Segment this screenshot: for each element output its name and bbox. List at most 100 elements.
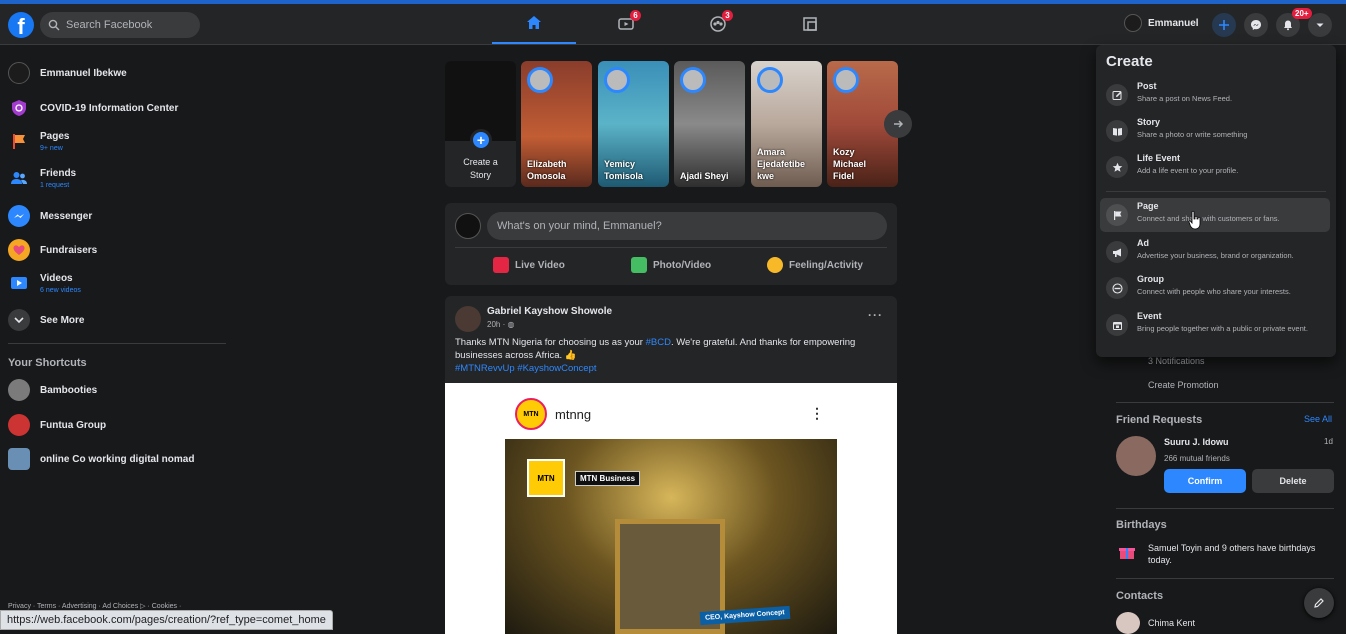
avatar[interactable] [455, 306, 481, 332]
sidebar-item-friends[interactable]: Friends 1 request [8, 167, 228, 189]
story-name: Amara [757, 147, 786, 157]
story-avatar [680, 67, 706, 93]
delete-button[interactable]: Delete [1252, 469, 1334, 493]
messenger-button[interactable] [1244, 13, 1268, 37]
story-card[interactable]: Amara Ejedafetibe kwe [751, 61, 822, 187]
composer-divider [455, 247, 887, 248]
sidebar-see-more[interactable]: See More [8, 309, 228, 331]
shortcut-label: Funtua Group [40, 419, 107, 431]
hand-cursor-icon [1188, 210, 1201, 230]
create-life-event-item[interactable]: Life Event Add a life event to your prof… [1100, 150, 1330, 184]
right-divider [1116, 578, 1334, 579]
sidebar-item-label: Fundraisers [40, 244, 98, 256]
menu-item-label: Ad [1137, 238, 1149, 248]
edit-icon [1314, 598, 1324, 608]
create-story-card[interactable]: + Create a Story [445, 61, 516, 187]
mtn-box-logo: MTN [527, 459, 565, 497]
sidebar-item-messenger[interactable]: Messenger [8, 205, 228, 227]
create-story-item[interactable]: Story Share a photo or write something [1100, 114, 1330, 148]
create-button[interactable] [1212, 13, 1236, 37]
story-card[interactable]: Elizabeth Omosola [521, 61, 592, 187]
birthday-text[interactable]: Samuel Toyin and 9 others have birthdays… [1148, 542, 1338, 566]
right-divider [1116, 508, 1334, 509]
facebook-logo-icon[interactable]: f [8, 12, 34, 38]
feeling-activity-button[interactable]: Feeling/Activity [767, 257, 863, 273]
story-card[interactable]: Ajadi Sheyi [674, 61, 745, 187]
sidebar-item-label: Friends [40, 167, 77, 179]
post-text-part: Thanks MTN Nigeria for choosing us as yo… [455, 337, 646, 348]
menu-item-label: Page [1137, 201, 1159, 211]
profile-chip[interactable]: Emmanuel [1124, 14, 1199, 32]
tab-watch[interactable]: 6 [584, 4, 668, 44]
whats-on-your-mind-input[interactable] [487, 212, 887, 240]
group-icon [1106, 277, 1128, 299]
bell-icon [1284, 20, 1292, 31]
new-message-button[interactable] [1304, 588, 1334, 618]
smiley-icon [767, 257, 783, 273]
search-box[interactable] [40, 12, 200, 38]
covid-shield-icon [8, 97, 30, 119]
shortcut-item[interactable]: Bambooties [8, 379, 228, 401]
notifications-button[interactable]: 20+ [1276, 8, 1312, 37]
account-menu-button[interactable] [1308, 13, 1332, 37]
notifications-count[interactable]: 3 Notifications [1148, 356, 1205, 366]
create-menu: Create Post Share a post on News Feed. S… [1096, 45, 1336, 357]
shortcut-label: online Co working digital nomad [40, 453, 195, 465]
create-page-item[interactable]: Page Connect and share with customers or… [1100, 198, 1330, 232]
menu-item-label: Life Event [1137, 153, 1181, 163]
photo-icon [631, 257, 647, 273]
post-author[interactable]: Gabriel Kayshow Showole [487, 306, 612, 317]
tab-gaming[interactable] [768, 4, 852, 44]
photo-video-button[interactable]: Photo/Video [631, 257, 711, 273]
menu-item-label: Group [1137, 274, 1164, 284]
create-menu-title: Create [1106, 53, 1153, 70]
status-bar-url: https://web.facebook.com/pages/creation/… [0, 610, 333, 630]
see-all-link[interactable]: See All [1304, 414, 1332, 424]
footer-links[interactable]: Privacy · Terms · Advertising · Ad Choic… [8, 602, 181, 610]
search-input[interactable] [66, 19, 196, 31]
live-video-button[interactable]: Live Video [493, 257, 565, 273]
stories-next-button[interactable] [884, 110, 912, 138]
sidebar-item-fundraisers[interactable]: Fundraisers [8, 239, 228, 261]
confirm-button[interactable]: Confirm [1164, 469, 1246, 493]
calendar-icon [1106, 314, 1128, 336]
sidebar-item-covid[interactable]: COVID-19 Information Center [8, 97, 228, 119]
sidebar-item-videos[interactable]: Videos 6 new videos [8, 272, 228, 294]
story-card[interactable]: Yemicy Tomisola [598, 61, 669, 187]
post-options-button[interactable]: ··· [868, 308, 883, 322]
sidebar-item-label: Videos [40, 272, 73, 284]
friend-request-name[interactable]: Suuru J. Idowu [1164, 437, 1229, 447]
sidebar-item-sublabel: 1 request [40, 181, 70, 189]
plus-icon [1219, 20, 1229, 30]
hashtag-link[interactable]: #BCD [646, 337, 671, 348]
notifications-badge: 20+ [1292, 8, 1312, 19]
story-name: Yemicy [604, 159, 636, 169]
create-ad-item[interactable]: Ad Advertise your business, brand or org… [1100, 235, 1330, 269]
mutual-friends[interactable]: 266 mutual friends [1164, 454, 1230, 463]
sidebar-item-label: Emmanuel Ibekwe [40, 67, 127, 79]
hashtag-link[interactable]: #MTNRevvUp #KayshowConcept [455, 363, 597, 374]
post-composer: Live Video Photo/Video Feeling/Activity [445, 203, 897, 285]
create-promotion-link[interactable]: Create Promotion [1148, 380, 1219, 390]
menu-item-description: Bring people together with a public or p… [1137, 324, 1308, 333]
story-name: Elizabeth [527, 159, 567, 169]
tab-groups[interactable]: 3 [676, 4, 760, 44]
create-group-item[interactable]: Group Connect with people who share your… [1100, 271, 1330, 305]
create-story-label: Create a [463, 157, 498, 167]
sidebar-item-pages[interactable]: Pages 9+ new [8, 130, 228, 152]
story-avatar [757, 67, 783, 93]
create-event-item[interactable]: Event Bring people together with a publi… [1100, 308, 1330, 342]
avatar[interactable] [1116, 436, 1156, 476]
avatar[interactable] [1116, 612, 1140, 634]
post-timestamp[interactable]: 20h · ◍ [487, 320, 514, 329]
sidebar-item-profile[interactable]: Emmanuel Ibekwe [8, 62, 228, 84]
story-name: Kozy [833, 147, 855, 157]
contact-name[interactable]: Chima Kent [1148, 618, 1195, 628]
menu-item-label: Story [1137, 117, 1161, 127]
tab-home[interactable] [492, 4, 576, 44]
shortcut-item[interactable]: online Co working digital nomad [8, 448, 228, 470]
create-post-item[interactable]: Post Share a post on News Feed. [1100, 78, 1330, 112]
shortcut-item[interactable]: Funtua Group [8, 414, 228, 436]
business-label: MTN Business [575, 471, 641, 486]
post-image[interactable]: MTN mtnng ⋮ MTN MTN Business CEO, Kaysho… [445, 383, 897, 634]
